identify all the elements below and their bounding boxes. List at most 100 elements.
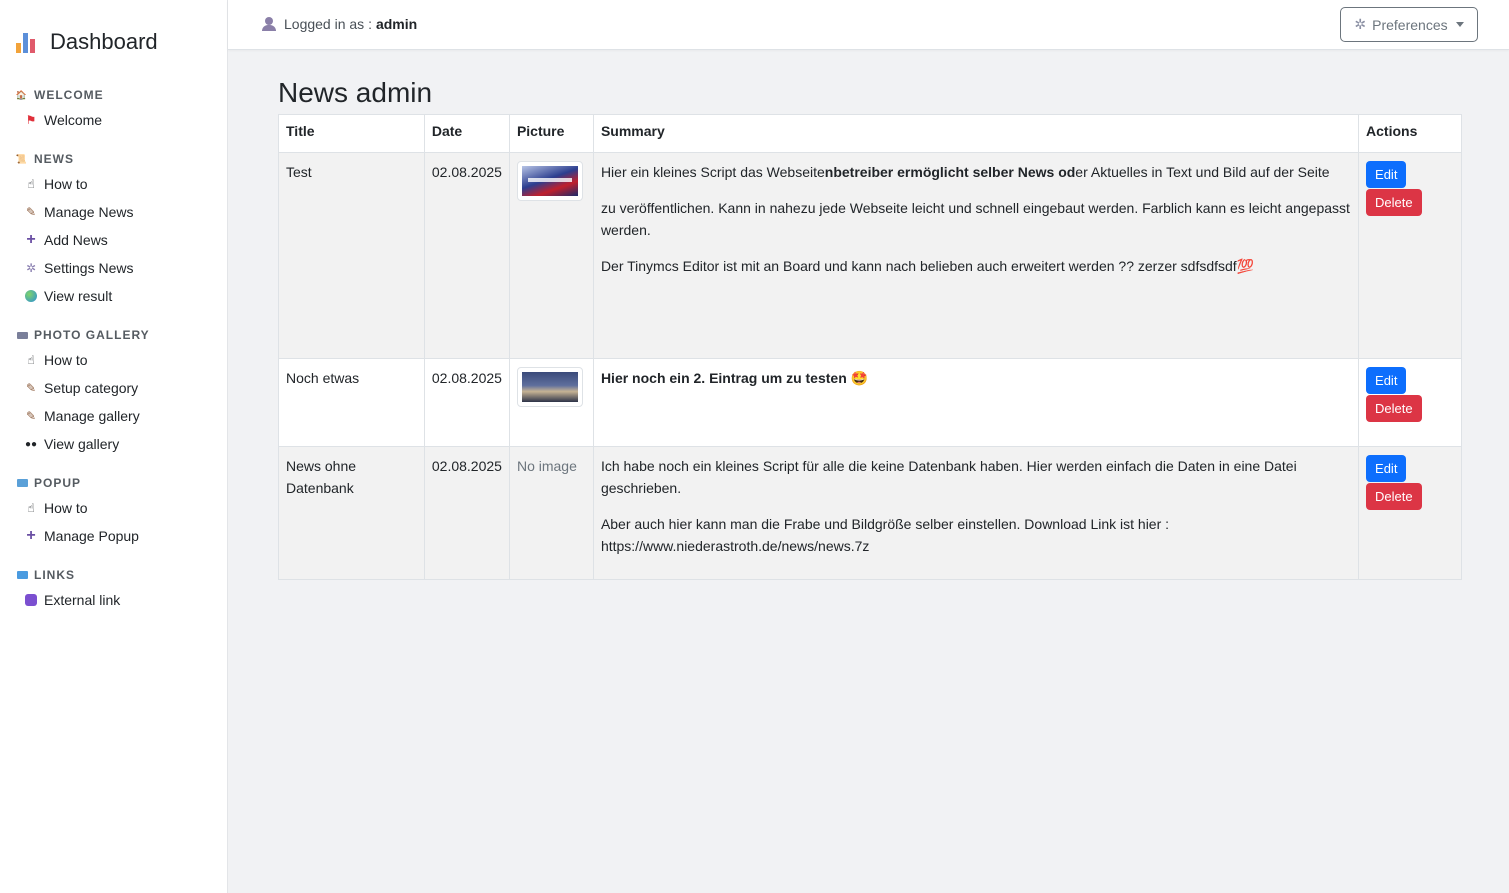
frame-icon — [16, 329, 28, 341]
sidebar-item-manage-gallery[interactable]: ✎ Manage gallery — [0, 402, 227, 430]
column-header-summary: Summary — [592, 114, 1360, 153]
sidebar-item-view-result[interactable]: View result — [0, 282, 227, 310]
edit-button[interactable]: Edit — [1366, 161, 1407, 188]
cell-actions: Edit Delete — [1358, 446, 1462, 580]
sidebar-item-add-news[interactable]: + Add News — [0, 226, 227, 254]
gear-icon: ✲ — [1354, 16, 1367, 32]
sidebar-item-news-howto[interactable]: ☝ How to — [0, 170, 227, 198]
cell-summary: Hier noch ein 2. Eintrag um zu testen 🤩 — [592, 358, 1360, 447]
breaking-news-image — [521, 166, 578, 196]
hand-icon: ☝ — [27, 177, 35, 191]
section-label: POPUP — [34, 476, 82, 490]
summary-paragraph: Hier ein kleines Script das Webseitenbet… — [601, 161, 1351, 183]
building-image — [521, 372, 578, 402]
table-row: Test 02.08.2025 Hier ein kleines Script … — [278, 152, 1462, 359]
summary-paragraph: Der Tinymcs Editor ist mit an Board und … — [600, 258, 1255, 274]
preferences-button[interactable]: ✲ Preferences — [1340, 7, 1478, 42]
brush-icon: ✎ — [25, 409, 37, 423]
arrow-icon — [16, 569, 28, 581]
section-photo-gallery: PHOTO GALLERY ☝ How to ✎ Setup category … — [0, 324, 227, 458]
edit-button[interactable]: Edit — [1366, 367, 1407, 394]
table-row: News ohne Datenbank 02.08.2025 No image … — [278, 446, 1462, 580]
section-welcome: 🏠 WELCOME ⚑ Welcome — [0, 84, 227, 134]
cell-summary: Hier ein kleines Script das Webseitenbet… — [592, 152, 1360, 359]
user-icon — [262, 17, 276, 31]
popup-icon — [16, 477, 28, 489]
news-thumbnail[interactable] — [516, 161, 583, 201]
login-prefix: Logged in as : — [284, 16, 372, 32]
section-label: NEWS — [34, 152, 74, 166]
table-row: Noch etwas 02.08.2025 Hier noch ein 2. E… — [278, 358, 1462, 447]
sidebar-item-welcome[interactable]: ⚑ Welcome — [0, 106, 227, 134]
login-username: admin — [375, 16, 418, 32]
sidebar-item-view-gallery[interactable]: ●● View gallery — [0, 430, 227, 458]
sidebar-item-settings-news[interactable]: ✲ Settings News — [0, 254, 227, 282]
gear-icon: ✲ — [25, 261, 37, 275]
column-header-picture: Picture — [508, 114, 594, 153]
brand[interactable]: Dashboard — [0, 0, 227, 84]
edit-button[interactable]: Edit — [1366, 455, 1407, 482]
plus-icon: + — [26, 527, 36, 544]
hand-icon: ☝ — [27, 501, 35, 515]
sidebar-item-label: How to — [44, 500, 88, 516]
sidebar-item-manage-news[interactable]: ✎ Manage News — [0, 198, 227, 226]
brush-icon: ✎ — [25, 381, 37, 395]
cell-title: Test — [278, 152, 425, 359]
news-table: Title Date Picture Summary Actions Test … — [278, 114, 1462, 580]
delete-button[interactable]: Delete — [1366, 483, 1422, 510]
delete-button[interactable]: Delete — [1366, 395, 1422, 422]
sidebar-item-label: How to — [44, 176, 88, 192]
cell-picture-empty: No image — [508, 446, 594, 580]
eyes-icon: ●● — [24, 438, 38, 450]
section-label: PHOTO GALLERY — [34, 328, 150, 342]
sidebar-item-label: Setup category — [44, 380, 139, 396]
summary-paragraph: Hier noch ein 2. Eintrag um zu testen 🤩 — [601, 367, 1351, 389]
sidebar: Dashboard 🏠 WELCOME ⚑ Welcome 📜 NEWS ☝ H… — [0, 0, 228, 893]
flag-icon: ⚑ — [25, 113, 37, 127]
cell-picture — [508, 358, 594, 447]
cell-title: News ohne Datenbank — [278, 446, 425, 580]
summary-text: Hier ein kleines Script das Webseite — [600, 164, 825, 180]
section-head-news: 📜 NEWS — [0, 148, 227, 170]
globe-icon — [24, 289, 38, 303]
cell-date: 02.08.2025 — [423, 358, 510, 447]
sidebar-item-label: How to — [44, 352, 88, 368]
hand-icon: ☝ — [27, 353, 35, 367]
cell-date: 02.08.2025 — [423, 152, 510, 359]
login-status: Logged in as : admin — [262, 16, 417, 32]
cell-date: 02.08.2025 — [423, 446, 510, 580]
section-head-popup: POPUP — [0, 472, 227, 494]
sidebar-item-setup-category[interactable]: ✎ Setup category — [0, 374, 227, 402]
cell-picture — [508, 152, 594, 359]
sidebar-item-label: View gallery — [44, 436, 120, 452]
chevron-down-icon — [1455, 22, 1464, 27]
summary-text: er Aktuelles in Text und Bild auf der Se… — [1075, 164, 1330, 180]
brush-icon: ✎ — [25, 205, 37, 219]
section-label: WELCOME — [34, 88, 104, 102]
preferences-label: Preferences — [1372, 16, 1448, 33]
sidebar-item-label: Manage Popup — [44, 528, 139, 544]
sidebar-item-gallery-howto[interactable]: ☝ How to — [0, 346, 227, 374]
page-title: News admin — [278, 77, 433, 108]
sidebar-item-label: Welcome — [44, 112, 103, 128]
section-label: LINKS — [34, 568, 75, 582]
section-head-welcome: 🏠 WELCOME — [0, 84, 227, 106]
sidebar-item-label: External link — [44, 592, 121, 608]
chart-icon — [16, 31, 38, 53]
sidebar-item-popup-howto[interactable]: ☝ How to — [0, 494, 227, 522]
sidebar-item-label: Add News — [44, 232, 108, 248]
column-header-title: Title — [278, 114, 425, 153]
viber-icon — [24, 593, 38, 607]
delete-button[interactable]: Delete — [1366, 189, 1422, 216]
column-header-actions: Actions — [1358, 114, 1462, 153]
news-thumbnail[interactable] — [516, 367, 583, 407]
sidebar-item-external-link[interactable]: External link — [0, 586, 227, 614]
summary-bold-text: nbetreiber ermöglicht selber News od — [824, 164, 1076, 180]
section-news: 📜 NEWS ☝ How to ✎ Manage News + Add News… — [0, 148, 227, 310]
house-icon: 🏠 — [15, 89, 29, 100]
summary-paragraph: zu veröffentlichen. Kann in nahezu jede … — [600, 200, 1350, 238]
cell-actions: Edit Delete — [1358, 152, 1462, 359]
summary-bold-text: Hier noch ein 2. Eintrag um zu testen 🤩 — [600, 370, 869, 386]
section-head-photo-gallery: PHOTO GALLERY — [0, 324, 227, 346]
sidebar-item-manage-popup[interactable]: + Manage Popup — [0, 522, 227, 550]
